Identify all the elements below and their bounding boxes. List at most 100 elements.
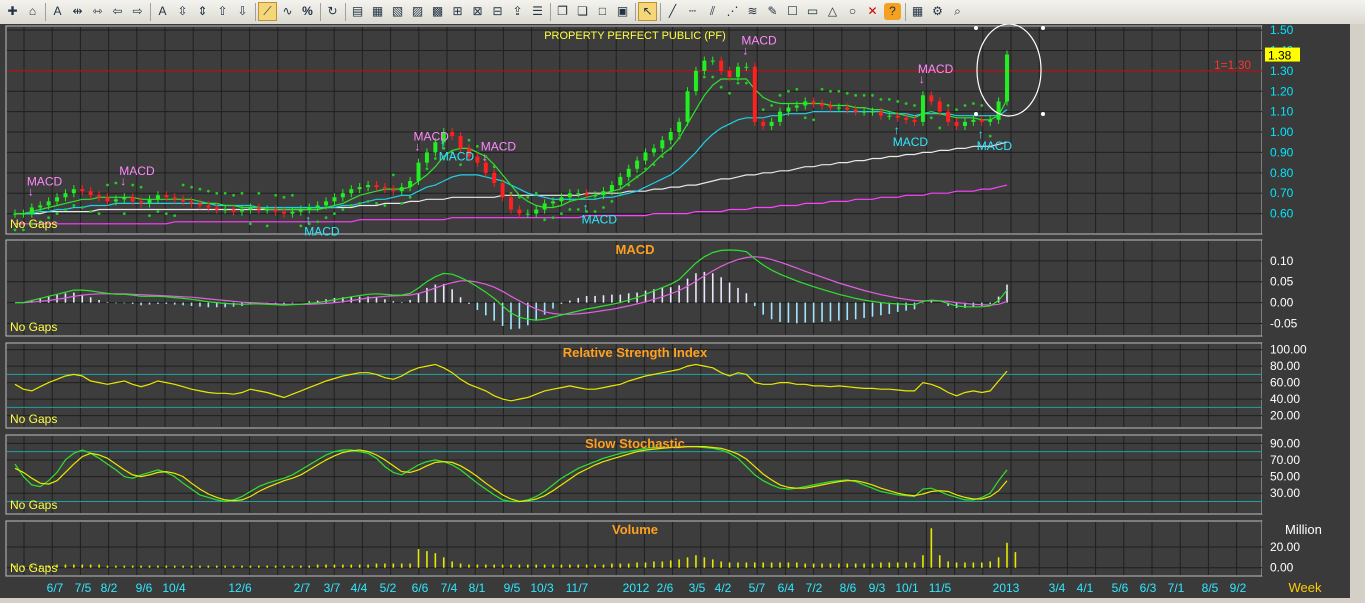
no-gaps-label: No Gaps — [10, 412, 57, 426]
candle-body — [391, 189, 396, 192]
ellipse-handle — [974, 26, 978, 30]
fan-icon[interactable]: ⋰ — [724, 3, 741, 20]
candle-body — [668, 132, 673, 141]
x-tick-label: 2/6 — [657, 581, 674, 595]
cycle-icon[interactable]: ↻ — [324, 3, 341, 20]
candle-body — [988, 119, 993, 122]
sar-dot — [669, 146, 673, 150]
settings-icon[interactable]: ⚙ — [929, 3, 946, 20]
text-a2-icon[interactable]: A — [154, 3, 171, 20]
sar-dot — [795, 87, 799, 91]
triangle-icon[interactable]: △ — [824, 3, 841, 20]
magnifier-icon[interactable]: ⌕ — [949, 3, 966, 20]
candle-body — [97, 195, 102, 198]
help-icon[interactable]: ? — [884, 3, 901, 20]
arrow-down-icon[interactable]: ⇩ — [234, 3, 251, 20]
paste-icon[interactable]: ❏ — [574, 3, 591, 20]
candle-body — [71, 189, 76, 194]
candle-body — [349, 189, 354, 194]
candle-body — [55, 197, 60, 202]
arrow-up-icon[interactable]: ⇧ — [214, 3, 231, 20]
candle-body — [139, 201, 144, 204]
bars-icon[interactable]: ▤ — [349, 3, 366, 20]
sar-dot — [156, 210, 160, 213]
arrow-left-icon[interactable]: ⇦ — [109, 3, 126, 20]
candle-body — [929, 95, 934, 102]
dash-icon[interactable]: ┄ — [684, 3, 701, 20]
cursor-icon[interactable]: ↖ — [638, 2, 657, 21]
candle-body — [290, 211, 295, 214]
x-tick-label: 9/6 — [136, 581, 153, 595]
circle-icon[interactable]: ○ — [844, 3, 861, 20]
line-icon[interactable]: ╱ — [664, 3, 681, 20]
y-tick-label: 0.90 — [1270, 145, 1294, 159]
candle-body — [820, 103, 825, 106]
layout-icon[interactable]: ▣ — [614, 3, 631, 20]
brush-icon[interactable]: ✎ — [764, 3, 781, 20]
candle-body — [223, 209, 228, 211]
candle-body — [702, 60, 707, 71]
chart-add-icon[interactable]: ▦ — [369, 3, 386, 20]
sar-dot — [702, 75, 706, 79]
candle-body — [979, 119, 984, 122]
candle-body — [475, 156, 480, 163]
chart-zoom-icon[interactable]: ⊞ — [449, 3, 466, 20]
candle-body — [651, 148, 656, 153]
candle-body — [761, 121, 766, 126]
copy-icon[interactable]: ❐ — [554, 3, 571, 20]
chart-img-icon[interactable]: ▨ — [409, 3, 426, 20]
chart-canvas[interactable]: 0.600.700.800.901.001.101.201.301.401.50… — [0, 23, 1365, 598]
sar-dot — [299, 224, 303, 228]
sar-dot — [526, 195, 530, 199]
volume-title: Volume — [612, 522, 658, 537]
candle-body — [315, 205, 320, 208]
chart-list-icon[interactable]: ☰ — [529, 3, 546, 20]
ellipse-handle — [1041, 112, 1045, 116]
parallel-icon[interactable]: ⫽ — [704, 3, 721, 20]
zoom-in-v-icon[interactable]: ⇳ — [174, 3, 191, 20]
sar-dot — [173, 214, 177, 218]
arrow-right-icon[interactable]: ⇨ — [129, 3, 146, 20]
delete-icon[interactable]: ✕ — [864, 3, 881, 20]
candle-body — [685, 91, 690, 122]
candle-body — [735, 66, 740, 77]
home-icon[interactable]: ⌂ — [24, 3, 41, 20]
zoom-in-h-icon[interactable]: ⇹ — [69, 3, 86, 20]
ellipse-handle — [1041, 26, 1045, 30]
x-tick-label: 2012 — [623, 581, 650, 595]
y-tick-label: 100.00 — [1270, 343, 1307, 357]
fib-icon[interactable]: ≋ — [744, 3, 761, 20]
candle-body — [601, 191, 606, 196]
zoom-out-h-icon[interactable]: ⇿ — [89, 3, 106, 20]
window-icon[interactable]: □ — [594, 3, 611, 20]
percent-icon[interactable]: % — [299, 3, 316, 20]
sar-dot — [576, 208, 580, 211]
text-a-icon[interactable]: A — [49, 3, 66, 20]
sar-dot — [248, 222, 252, 226]
pin-icon[interactable]: ✚ — [4, 3, 21, 20]
chart-clear-icon[interactable]: ⊟ — [489, 3, 506, 20]
trendline-icon[interactable]: ⟋ — [258, 2, 277, 21]
sar-dot — [887, 98, 891, 101]
rect-icon[interactable]: ▭ — [804, 3, 821, 20]
candle-body — [63, 193, 68, 198]
chart-close-icon[interactable]: ⊠ — [469, 3, 486, 20]
x-tick-label: 3/4 — [1049, 581, 1066, 595]
curve-icon[interactable]: ∿ — [279, 3, 296, 20]
chart-cfg-icon[interactable]: ▩ — [429, 3, 446, 20]
table-icon[interactable]: ▦ — [909, 3, 926, 20]
sar-dot — [181, 183, 185, 187]
sar-dot — [644, 167, 647, 171]
vertical-scrollbar[interactable] — [1350, 24, 1365, 598]
export-icon[interactable]: ⇪ — [509, 3, 526, 20]
zoom-out-v-icon[interactable]: ⇕ — [194, 3, 211, 20]
callout-icon[interactable]: ☐ — [784, 3, 801, 20]
x-tick-label: 5/7 — [749, 581, 766, 595]
chart-edit-icon[interactable]: ▧ — [389, 3, 406, 20]
sar-dot — [282, 195, 286, 199]
sar-dot — [89, 210, 93, 213]
sar-dot — [80, 206, 84, 209]
candle-body — [130, 197, 135, 202]
candle-body — [181, 199, 186, 202]
candle-body — [80, 189, 85, 192]
